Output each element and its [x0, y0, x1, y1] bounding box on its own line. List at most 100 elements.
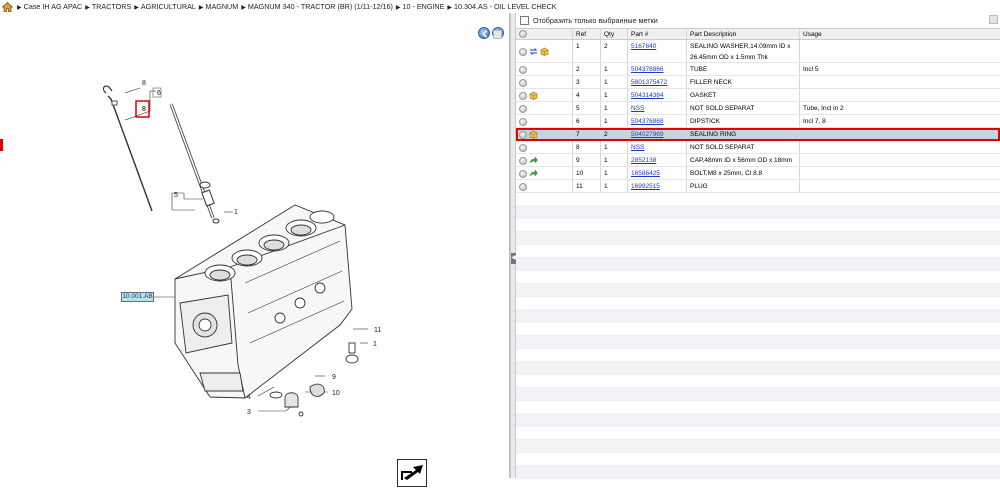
- part-number-link[interactable]: NSS: [631, 105, 644, 112]
- row-select-icon[interactable]: [519, 91, 527, 100]
- empty-row: [516, 258, 1000, 271]
- empty-row: [516, 453, 1000, 466]
- row-select-icon[interactable]: [519, 47, 527, 56]
- header-ref[interactable]: Ref: [573, 29, 601, 39]
- row-select-icon[interactable]: [519, 143, 527, 152]
- table-header: Ref Qty Part # Part Description Usage: [516, 29, 1000, 40]
- row-select-icon[interactable]: [519, 65, 527, 74]
- arrow-green-icon[interactable]: [529, 169, 538, 178]
- row-select-icon[interactable]: [519, 182, 527, 191]
- parts-list-pane: Отобразить только выбранные метки Ref Qt…: [516, 13, 1000, 479]
- row-ref: 9: [573, 154, 601, 166]
- part-number-link[interactable]: 2852138: [631, 157, 656, 164]
- row-description: TUBE: [687, 63, 800, 75]
- select-all-icon: [519, 30, 527, 38]
- table-row[interactable]: 4 1 504314384 GASKET: [516, 89, 1000, 102]
- empty-row: [516, 232, 1000, 245]
- breadcrumb-item[interactable]: MAGNUM: [205, 2, 238, 11]
- row-part-number: 16586425: [628, 167, 687, 179]
- part-number-link[interactable]: 504376866: [631, 66, 664, 73]
- row-actions: [516, 89, 573, 101]
- part-number-link[interactable]: 16586425: [631, 170, 660, 177]
- ref-label[interactable]: 3: [247, 409, 251, 416]
- table-row[interactable]: 7 2 504027969 SEALING RING: [516, 128, 1000, 141]
- filter-bar: Отобразить только выбранные метки: [516, 13, 1000, 27]
- row-ref: 4: [573, 89, 601, 101]
- breadcrumb-separator-icon: ▶: [134, 5, 139, 11]
- row-usage: [800, 40, 1000, 62]
- breadcrumb-separator-icon: ▶: [85, 5, 90, 11]
- engine-block-drawing: [174, 204, 353, 399]
- row-part-number: 504314384: [628, 89, 687, 101]
- reference-callout[interactable]: 10.001.AB: [121, 292, 154, 302]
- header-qty[interactable]: Qty: [601, 29, 628, 39]
- ref-label[interactable]: 5: [174, 192, 178, 199]
- row-select-icon[interactable]: [519, 78, 527, 87]
- row-usage: [800, 89, 1000, 101]
- empty-row: [516, 466, 1000, 479]
- row-select-icon[interactable]: [519, 156, 527, 165]
- breadcrumb-item[interactable]: Case IH AG APAC: [24, 2, 83, 11]
- arrow-green-icon[interactable]: [529, 156, 538, 165]
- breadcrumb-item[interactable]: 10.304.AS - OIL LEVEL CHECK: [454, 2, 557, 11]
- home-icon[interactable]: [2, 1, 13, 12]
- row-select-icon[interactable]: [519, 117, 527, 126]
- package-icon[interactable]: [540, 47, 549, 56]
- part-number-link[interactable]: 504376868: [631, 118, 664, 125]
- ref-label[interactable]: 1: [373, 341, 377, 348]
- ref-label[interactable]: 1: [234, 209, 238, 216]
- ref-label[interactable]: 8: [142, 80, 146, 87]
- ref-label[interactable]: 11: [374, 327, 381, 334]
- table-body: 1 2 5167840 SEALING WASHER,14.09mm ID x 26.…: [516, 40, 1000, 479]
- breadcrumb-item[interactable]: TRACTORS: [92, 2, 131, 11]
- ref-label[interactable]: 6: [157, 90, 161, 97]
- breadcrumb-item[interactable]: MAGNUM 340 - TRACTOR (BR) (1/11-12/16): [248, 2, 393, 11]
- swap-icon[interactable]: [529, 47, 538, 56]
- table-row[interactable]: 912852138 CAP,48mm ID x 56mm OD x 18mm W: [516, 154, 1000, 167]
- header-usage[interactable]: Usage: [800, 29, 1000, 39]
- illustration-pane: 8 8 6 5 1 11 1 9 10 4 3 10.001.AB: [0, 13, 510, 487]
- table-row[interactable]: 3 1 5801375472 FILLER NECK: [516, 76, 1000, 89]
- row-part-number: 504027969: [628, 128, 687, 140]
- maximize-list-button[interactable]: [989, 15, 998, 24]
- row-description: BOLT,M8 x 25mm, Cl 8.8: [687, 167, 800, 179]
- parts-table: Ref Qty Part # Part Description Usage 12…: [516, 28, 1000, 479]
- header-select-all[interactable]: [516, 29, 573, 39]
- table-row[interactable]: 8 1 NSS NOT SOLD SEPARAT: [516, 141, 1000, 154]
- breadcrumb-item[interactable]: AGRICULTURAL: [141, 2, 196, 11]
- part-number-link[interactable]: 16992515: [631, 183, 660, 190]
- part-number-link[interactable]: NSS: [631, 144, 644, 151]
- ref-label[interactable]: 9: [332, 374, 336, 381]
- part-number-link[interactable]: 504027969: [631, 131, 664, 138]
- part-number-link[interactable]: 5801375472: [631, 79, 667, 86]
- row-qty: 1: [601, 63, 628, 75]
- row-ref: 3: [573, 76, 601, 88]
- export-drawing-button[interactable]: [397, 459, 427, 487]
- table-row[interactable]: 10 1 16586425 BOLT,M8 x 25mm, Cl 8.8: [516, 167, 1000, 180]
- empty-row: [516, 401, 1000, 414]
- header-part-number[interactable]: Part #: [628, 29, 687, 39]
- row-part-number: 16992515: [628, 180, 687, 192]
- row-select-icon[interactable]: [519, 130, 527, 139]
- table-row[interactable]: 11 1 16992515 PLUG: [516, 180, 1000, 193]
- part-number-link[interactable]: 504314384: [631, 92, 664, 99]
- ref-label[interactable]: 10: [332, 390, 340, 397]
- ref-label[interactable]: 8: [142, 106, 146, 113]
- row-select-icon[interactable]: [519, 169, 527, 178]
- package-icon[interactable]: [529, 91, 538, 100]
- row-select-icon[interactable]: [519, 104, 527, 113]
- part-number-link[interactable]: 5167840: [631, 43, 656, 50]
- table-row[interactable]: 6 1 504376868 DIPSTICK Incl 7, 8: [516, 115, 1000, 128]
- show-selected-only-checkbox[interactable]: [520, 15, 529, 25]
- header-description[interactable]: Part Description: [687, 29, 800, 39]
- empty-row: [516, 336, 1000, 349]
- table-row[interactable]: 1 2 5167840 SEALING WASHER,14.09mm ID x 26.…: [516, 40, 1000, 63]
- package-icon[interactable]: [529, 130, 538, 139]
- breadcrumb-separator-icon: ▶: [198, 5, 204, 11]
- table-row[interactable]: 5 1 NSS NOT SOLD SEPARAT Tube, Incl in 2: [516, 102, 1000, 115]
- row-actions: [516, 141, 573, 153]
- empty-row: [516, 206, 1000, 219]
- table-row[interactable]: 2 1 504376866 TUBE Incl 5: [516, 63, 1000, 76]
- breadcrumb-item[interactable]: 10 - ENGINE: [402, 2, 444, 11]
- row-qty: 1: [601, 154, 628, 166]
